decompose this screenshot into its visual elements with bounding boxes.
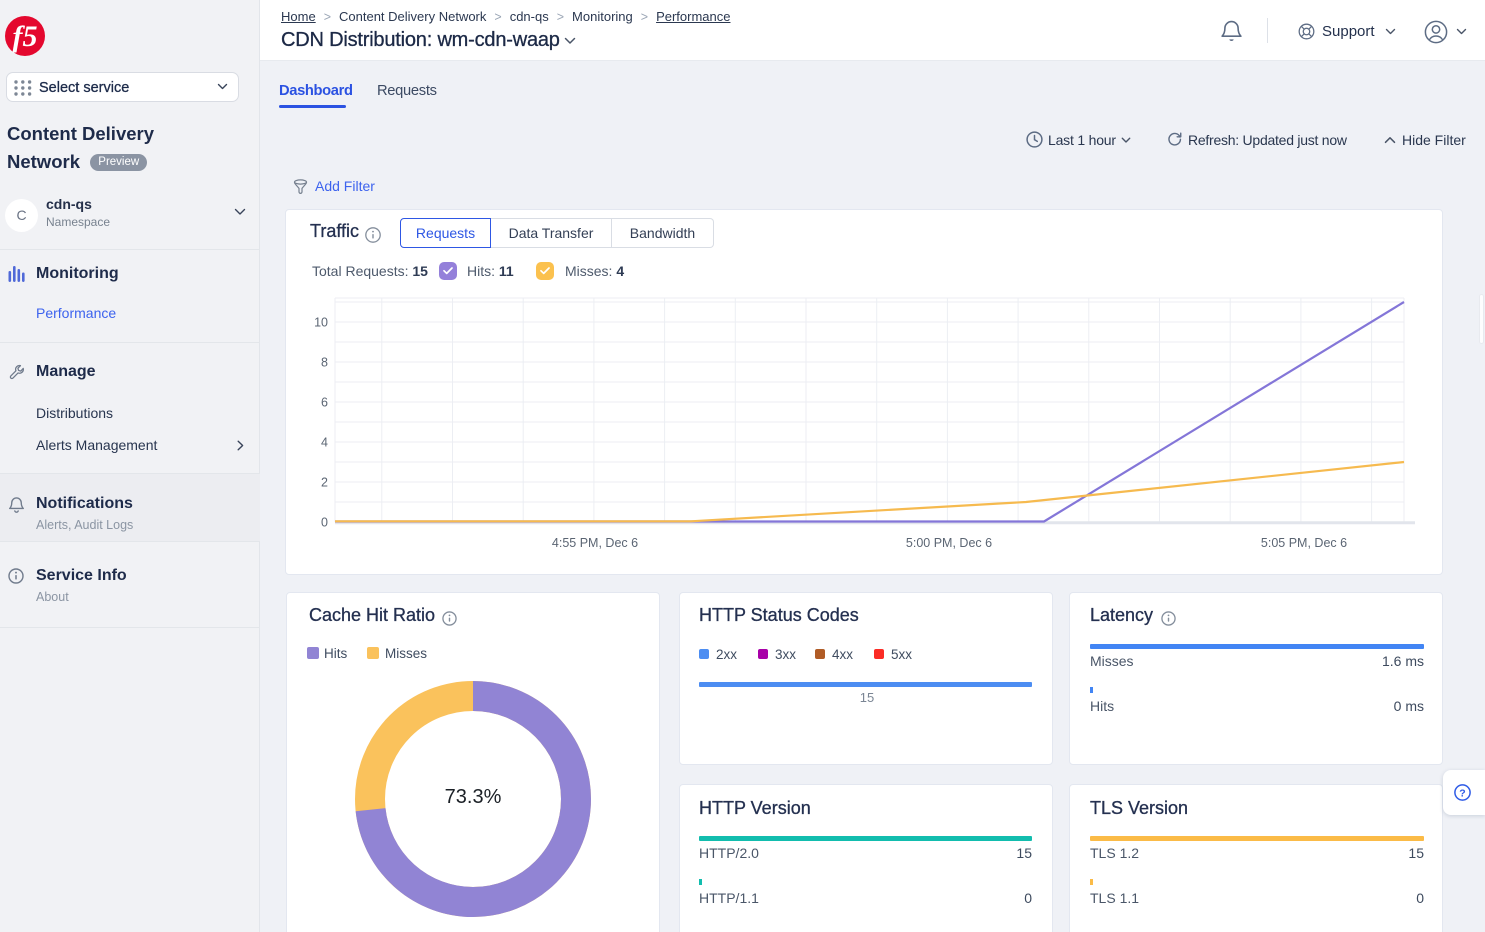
svg-text:8: 8 [321,356,328,370]
svg-text:5:05 PM, Dec 6: 5:05 PM, Dec 6 [1261,536,1347,550]
svg-text:4: 4 [321,436,328,450]
svg-text:10: 10 [314,316,328,330]
svg-text:2: 2 [321,476,328,490]
svg-text:?: ? [1459,787,1465,799]
svg-text:0: 0 [321,516,328,530]
svg-text:5:00 PM, Dec 6: 5:00 PM, Dec 6 [906,536,992,550]
svg-text:6: 6 [321,396,328,410]
svg-text:f5: f5 [13,20,38,53]
svg-text:4:55 PM, Dec 6: 4:55 PM, Dec 6 [552,536,638,550]
